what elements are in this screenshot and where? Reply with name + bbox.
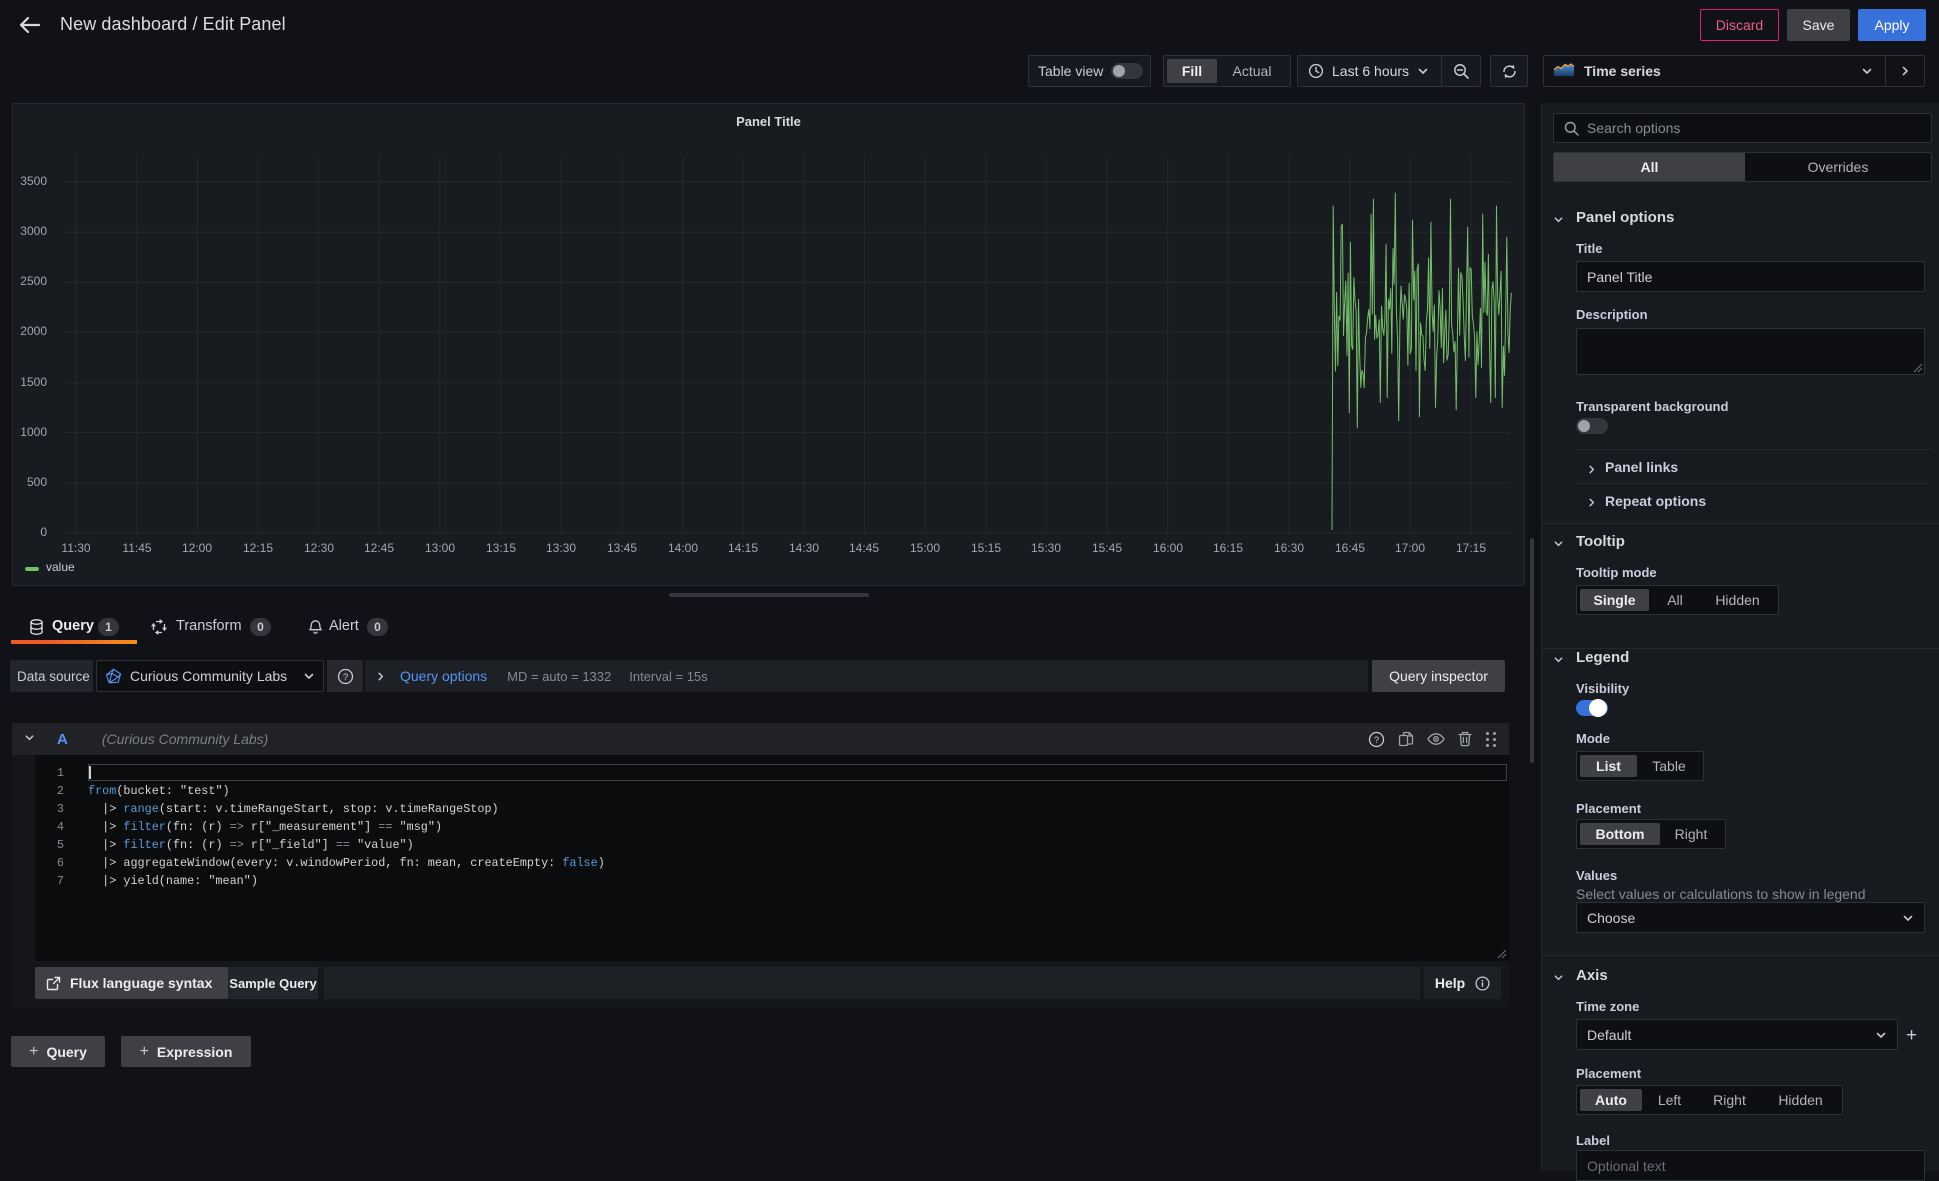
svg-text:?: ?	[342, 672, 347, 683]
svg-text:?: ?	[1374, 735, 1379, 746]
